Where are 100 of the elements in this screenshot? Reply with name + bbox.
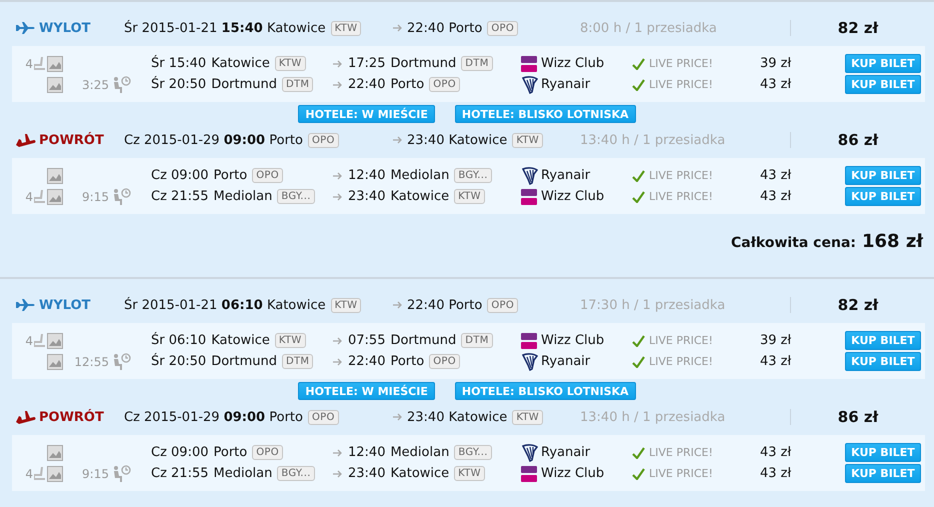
airport-code: DTM	[282, 354, 314, 369]
airport-code: KTW	[454, 466, 485, 481]
airport-code: DTM	[282, 77, 314, 92]
airline-name: Wizz Club	[541, 189, 604, 204]
segment-price: 43 zł	[760, 354, 792, 369]
city-name: Porto	[214, 445, 248, 460]
seat-count: 4	[25, 56, 33, 70]
departure-time: Śr 20:50	[151, 354, 206, 369]
segment-price: 43 zł	[760, 466, 792, 481]
departure-time: Śr 15:40	[151, 56, 206, 71]
harp-icon	[520, 352, 538, 370]
live-price-label: LIVE PRICE!	[649, 169, 713, 182]
buy-ticket-button[interactable]: KUP BILET	[845, 166, 921, 185]
city-name: Porto	[214, 168, 248, 183]
airport-code: BGY...	[454, 445, 492, 460]
airport-code: OPO	[487, 20, 518, 36]
airport-code: OPO	[487, 298, 518, 312]
plane-icon	[15, 408, 36, 426]
person-clock-icon	[111, 76, 131, 94]
city-name: Katowice	[390, 189, 450, 204]
arrival-time: 22:40	[348, 77, 386, 92]
buy-ticket-button[interactable]: KUP BILET	[845, 187, 921, 206]
airport-code: KTW	[330, 20, 362, 36]
airport-code: OPO	[429, 354, 460, 369]
image-icon	[47, 56, 63, 72]
layover-time: 3:25	[81, 78, 109, 92]
arrow-icon	[392, 135, 402, 145]
buy-ticket-button[interactable]: KUP BILET	[845, 331, 921, 350]
airport-code: OPO	[252, 445, 283, 460]
departure-time: Śr 06:10	[151, 333, 206, 348]
arrival-time: 23:40	[348, 466, 386, 481]
total-price: 168 zł	[862, 231, 923, 252]
image-icon	[47, 188, 63, 204]
arrow-icon	[332, 448, 342, 458]
harp-icon	[520, 76, 538, 94]
buy-ticket-button[interactable]: KUP BILET	[845, 54, 921, 73]
live-price-label: LIVE PRICE!	[649, 446, 713, 459]
airport-code: BGY...	[277, 466, 315, 481]
airport-code: BGY...	[277, 189, 315, 204]
seat-count: 4	[25, 334, 33, 348]
arrival-time: 12:40	[348, 445, 386, 460]
duration-text: 8:00 h / 1 przesiadka	[579, 20, 717, 36]
airline-name: Wizz Club	[541, 466, 604, 481]
check-icon	[632, 190, 645, 202]
segment-price: 43 zł	[760, 445, 792, 460]
airport-code: OPO	[429, 77, 460, 92]
plane-icon	[15, 296, 36, 314]
layover-time: 12:55	[73, 354, 109, 368]
check-icon	[632, 334, 645, 346]
departure-time: Cz 21:55	[151, 189, 208, 204]
airport-code: KTW	[274, 333, 306, 348]
hotels-button[interactable]: HOTELE: BLISKO LOTNISKA	[454, 382, 636, 400]
live-price-label: LIVE PRICE!	[649, 78, 713, 91]
arrival-time: 22:40	[348, 354, 386, 369]
person-clock-icon	[111, 352, 131, 370]
airline-name: Ryanair	[541, 168, 590, 183]
arrow-icon	[332, 336, 342, 346]
arrow-icon	[332, 170, 342, 180]
arrival-text: 22:40 Porto	[407, 298, 482, 312]
city-name: Mediolan	[390, 445, 450, 460]
city-name: Dortmund	[211, 354, 278, 369]
image-icon	[47, 444, 63, 460]
airport-code: BGY...	[454, 168, 492, 183]
buy-ticket-button[interactable]: KUP BILET	[845, 75, 921, 94]
image-icon	[47, 76, 63, 92]
arrow-icon	[332, 80, 342, 90]
airline-name: Wizz Club	[541, 56, 604, 71]
image-icon	[47, 332, 63, 348]
buy-ticket-button[interactable]: KUP BILET	[845, 443, 921, 462]
hotels-button[interactable]: HOTELE: W MIEŚCIE	[298, 382, 435, 400]
leg-price: 86 zł	[838, 408, 878, 426]
arrow-icon	[392, 300, 402, 310]
seat-icon	[33, 56, 47, 72]
segment-price: 43 zł	[760, 189, 792, 204]
departure-text: Cz 2015-01-29 09:00 Porto	[124, 132, 303, 148]
leg-price: 86 zł	[838, 131, 878, 149]
layover-time: 9:15	[81, 466, 109, 480]
city-name: Mediolan	[390, 168, 450, 183]
city-name: Dortmund	[211, 77, 278, 92]
hotels-button[interactable]: HOTELE: W MIEŚCIE	[298, 105, 435, 123]
departure-time: Cz 09:00	[151, 168, 208, 183]
city-name: Dortmund	[390, 56, 456, 71]
leg-label: WYLOT	[39, 20, 90, 36]
seat-icon	[33, 188, 47, 204]
person-clock-icon	[111, 464, 131, 482]
airport-code: OPO	[308, 132, 339, 148]
layover-time: 9:15	[81, 190, 109, 204]
airport-code: DTM	[461, 56, 493, 71]
leg-label: WYLOT	[39, 298, 90, 312]
airport-code: OPO	[308, 410, 339, 424]
arrival-time: 12:40	[348, 168, 386, 183]
city-name: Porto	[390, 354, 424, 369]
airline-name: Wizz Club	[541, 333, 604, 348]
airline-name: Ryanair	[541, 77, 590, 92]
buy-ticket-button[interactable]: KUP BILET	[845, 352, 921, 371]
airline-name: Ryanair	[541, 445, 590, 460]
check-icon	[632, 78, 645, 90]
departure-time: Cz 09:00	[151, 445, 208, 460]
buy-ticket-button[interactable]: KUP BILET	[845, 464, 921, 483]
hotels-button[interactable]: HOTELE: BLISKO LOTNISKA	[454, 105, 636, 123]
